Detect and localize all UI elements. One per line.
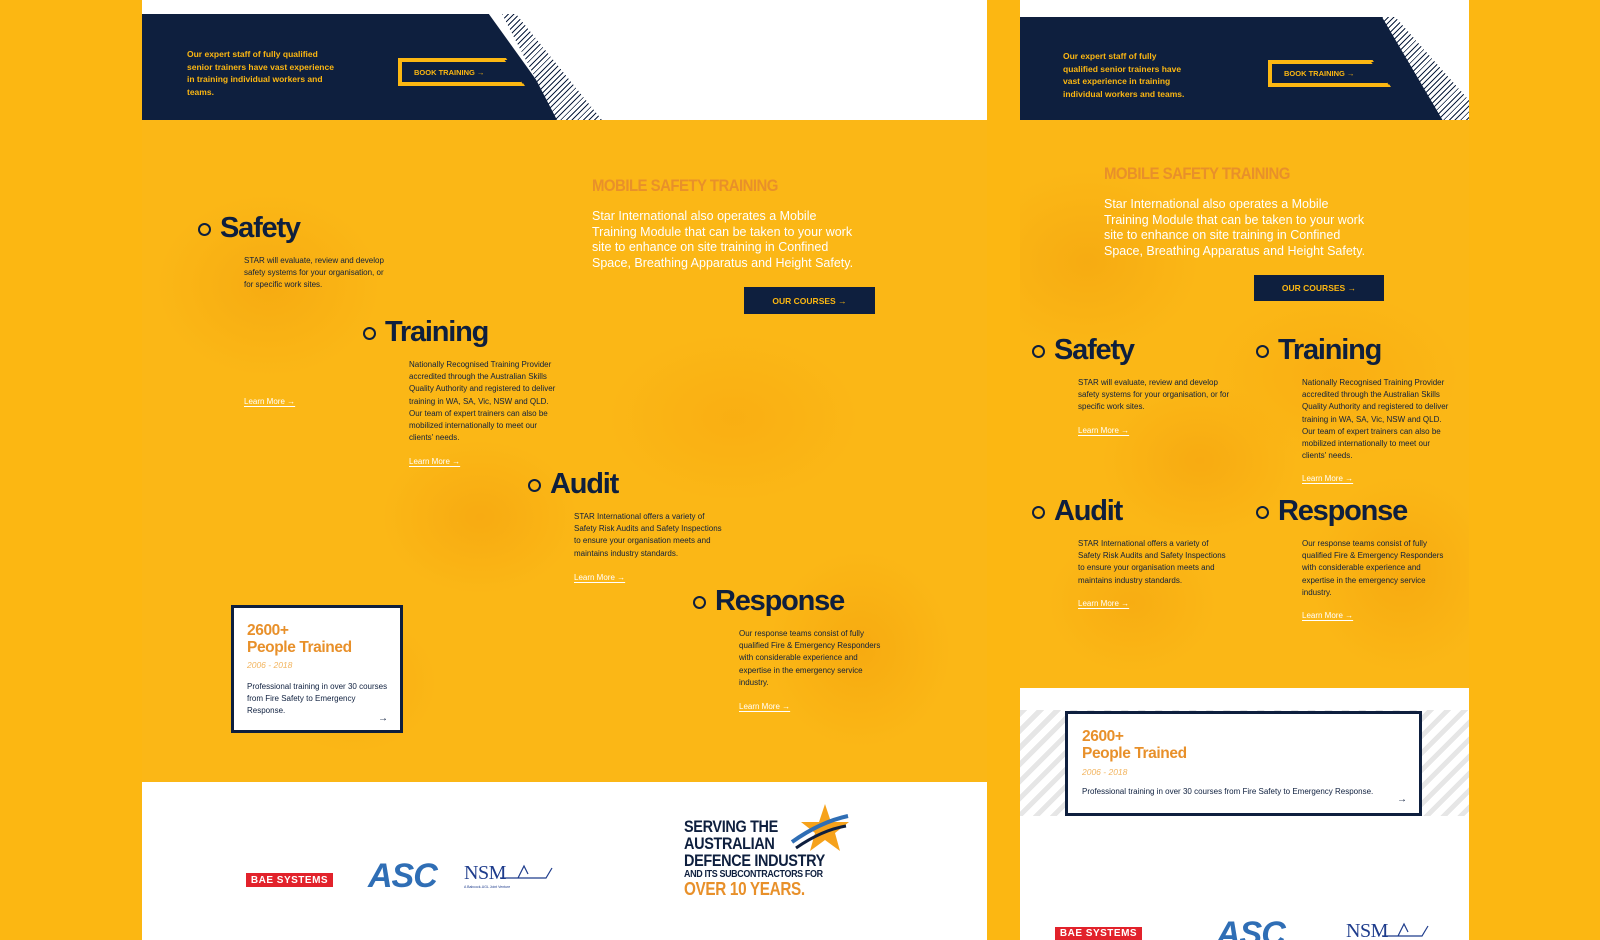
learn-more-link[interactable]: Learn More → <box>244 397 295 406</box>
learn-more-link[interactable]: Learn More → <box>739 702 790 711</box>
stat-count: 2600+ <box>247 622 289 639</box>
learn-more-link[interactable]: Learn More → <box>409 457 460 466</box>
book-training-button[interactable]: BOOK TRAINING → <box>1268 60 1391 87</box>
nsm-subtitle: A Babcock-UGL Joint Venture <box>464 885 511 889</box>
stat-years: 2006 - 2018 <box>1082 767 1128 777</box>
stat-desc: Professional training in over 30 courses… <box>1082 787 1374 796</box>
stat-count: 2600+ <box>1082 728 1124 745</box>
mobile-training-title: MOBILE SAFETY TRAINING <box>1104 164 1290 183</box>
bullet-circle-icon <box>1032 345 1045 358</box>
service-text: Nationally Recognised Training Provider … <box>1302 378 1449 461</box>
service-title: Safety <box>220 212 301 244</box>
service-text: Nationally Recognised Training Provider … <box>409 360 556 443</box>
services-section: MOBILE SAFETY TRAINING Star Internationa… <box>142 120 987 782</box>
header-intro-text: Our expert staff of fully qualified seni… <box>187 49 334 97</box>
service-text: STAR International offers a variety of S… <box>574 512 722 558</box>
tablet-mockup: Our expert staff of fully qualified seni… <box>1020 0 1469 940</box>
nsm-ship-icon <box>500 864 553 879</box>
book-training-button[interactable]: BOOK TRAINING → <box>398 58 525 86</box>
asc-logo: ASC <box>1216 915 1286 940</box>
bullet-circle-icon <box>363 327 376 340</box>
bullet-circle-icon <box>198 223 211 236</box>
stat-label: People Trained <box>247 639 352 656</box>
service-text: STAR will evaluate, review and develop s… <box>244 256 384 290</box>
stat-years: 2006 - 2018 <box>247 660 293 670</box>
stat-label: People Trained <box>1082 745 1187 762</box>
mobile-training-title: MOBILE SAFETY TRAINING <box>592 176 778 195</box>
bae-systems-logo: BAE SYSTEMS <box>246 873 333 887</box>
bullet-circle-icon <box>1256 506 1269 519</box>
service-title: Audit <box>550 468 619 500</box>
service-title: Training <box>1278 334 1382 366</box>
service-text: Our response teams consist of fully qual… <box>739 629 881 687</box>
nsm-ship-icon <box>1382 922 1429 937</box>
learn-more-link[interactable]: Learn More → <box>1302 474 1353 483</box>
service-title: Response <box>715 585 845 617</box>
services-section: MOBILE SAFETY TRAINING Star Internationa… <box>1020 120 1469 688</box>
service-title: Training <box>385 316 489 348</box>
service-title: Audit <box>1054 495 1123 527</box>
arrow-right-icon[interactable]: → <box>378 713 388 724</box>
stat-count-block: 2600+ People Trained <box>247 622 352 656</box>
bae-systems-logo: BAE SYSTEMS <box>1055 927 1142 940</box>
asc-logo: ASC <box>368 857 438 895</box>
bullet-circle-icon <box>528 479 541 492</box>
desktop-mockup: Our expert staff of fully qualified seni… <box>142 0 987 940</box>
mobile-training-text: Star International also operates a Mobil… <box>592 209 854 270</box>
mobile-training-text: Star International also operates a Mobil… <box>1104 197 1366 258</box>
header-intro-text: Our expert staff of fully qualified seni… <box>1063 51 1185 99</box>
learn-more-link[interactable]: Learn More → <box>1078 599 1129 608</box>
learn-more-link[interactable]: Learn More → <box>1078 426 1129 435</box>
stat-card[interactable]: 2600+ People Trained 2006 - 2018 Profess… <box>231 605 403 733</box>
bullet-circle-icon <box>693 596 706 609</box>
service-text: STAR will evaluate, review and develop s… <box>1078 378 1230 412</box>
bullet-circle-icon <box>1256 345 1269 358</box>
arrow-right-icon[interactable]: → <box>1397 794 1407 805</box>
service-text: STAR International offers a variety of S… <box>1078 539 1226 585</box>
stat-count-block: 2600+ People Trained <box>1082 728 1187 762</box>
service-text: Our response teams consist of fully qual… <box>1302 539 1444 597</box>
serving-line-5: OVER 10 YEARS. <box>684 879 805 899</box>
star-logo-icon <box>790 804 849 851</box>
stat-card[interactable]: 2600+ People Trained 2006 - 2018 Profess… <box>1065 711 1422 816</box>
learn-more-link[interactable]: Learn More → <box>574 573 625 582</box>
stat-desc: Professional training in over 30 courses… <box>247 682 388 715</box>
our-courses-button[interactable]: OUR COURSES → <box>1254 275 1384 301</box>
service-title: Response <box>1278 495 1408 527</box>
bullet-circle-icon <box>1032 506 1045 519</box>
our-courses-button[interactable]: OUR COURSES → <box>744 287 875 314</box>
service-title: Safety <box>1054 334 1135 366</box>
learn-more-link[interactable]: Learn More → <box>1302 611 1353 620</box>
